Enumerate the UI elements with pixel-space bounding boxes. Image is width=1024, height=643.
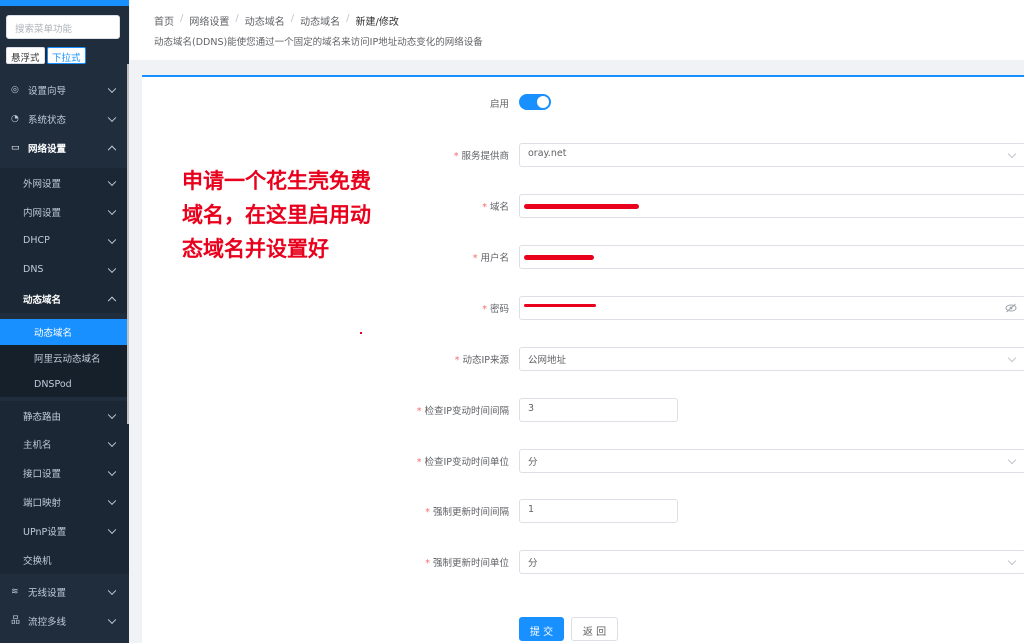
ip-source-row: * 动态IP来源 公网地址: [142, 347, 1024, 371]
red-annotation-text: 申请一个花生壳免费 域名，在这里启用动 态域名并设置好: [182, 169, 371, 261]
chevron-down-icon: [107, 615, 117, 624]
chevron-down-icon: [1007, 556, 1017, 566]
sidebar-item-dns[interactable]: DNS: [0, 255, 129, 284]
chevron-down-icon: [107, 177, 117, 186]
breadcrumb-ddns[interactable]: 动态域名: [300, 13, 340, 28]
sidebar-item-static-route[interactable]: 静态路由: [0, 401, 129, 430]
sidebar-item-wan[interactable]: 外网设置: [0, 168, 129, 197]
sidebar-item-interface[interactable]: 接口设置: [0, 458, 129, 487]
toggle-knob: [537, 96, 549, 108]
chevron-up-icon: [107, 296, 117, 305]
sidebar-item-lan[interactable]: 内网设置: [0, 197, 129, 226]
sidebar-item-setup-wizard[interactable]: ◎ 设置向导: [0, 75, 129, 104]
sidebar-item-flow-control[interactable]: 品 流控多线: [0, 606, 129, 635]
force-unit-row: * 强制更新时间单位 分: [142, 550, 1024, 574]
eye-off-icon[interactable]: [1005, 303, 1017, 313]
menu-search-input[interactable]: 搜索菜单功能: [6, 15, 120, 39]
sidebar-item-dnspod[interactable]: DNSPod: [0, 371, 129, 397]
breadcrumb: 首页 / 网络设置 / 动态域名 / 动态域名 / 新建/修改: [154, 13, 399, 28]
breadcrumb-home[interactable]: 首页: [154, 13, 174, 28]
form-card: 启用 * 服务提供商 oray.net * 域名 * 用户名 * 密码 * 动态IP来源 …: [142, 75, 1024, 643]
chevron-down-icon: [107, 264, 117, 273]
dashboard-icon: ◔: [11, 113, 19, 124]
chevron-down-icon: [107, 496, 117, 505]
redaction-mark: [524, 304, 596, 307]
force-interval-row: * 强制更新时间间隔 1: [142, 499, 1024, 523]
username-input[interactable]: [519, 245, 1024, 269]
sidebar-item-wireless[interactable]: ≋ 无线设置: [0, 577, 129, 606]
back-button[interactable]: 返 回: [571, 617, 618, 641]
enable-label: 启用: [489, 99, 509, 110]
provider-select[interactable]: oray.net: [519, 143, 1024, 167]
sidebar-item-ddns[interactable]: 动态域名: [0, 319, 129, 345]
sidebar-item-ddns-group[interactable]: 动态域名: [0, 284, 129, 313]
monitor-icon: ▭: [11, 142, 20, 153]
breadcrumb-current: 新建/修改: [355, 17, 399, 28]
sidebar-item-network-settings[interactable]: ▭ 网络设置: [0, 133, 129, 162]
sidebar-item-system-status[interactable]: ◔ 系统状态: [0, 104, 129, 133]
page-header: 首页 / 网络设置 / 动态域名 / 动态域名 / 新建/修改 动态域名(DDN…: [130, 0, 1024, 60]
wifi-icon: ≋: [11, 586, 19, 597]
check-interval-row: * 检查IP变动时间间隔 3: [142, 398, 1024, 422]
sidebar-item-upnp[interactable]: UPnP设置: [0, 516, 129, 545]
sidebar-item-switch[interactable]: 交换机: [0, 545, 129, 574]
mode-float-button[interactable]: 悬浮式: [6, 47, 45, 64]
chevron-down-icon: [107, 525, 117, 534]
enable-row: 启用: [142, 94, 1024, 118]
redaction-mark: [524, 204, 639, 209]
force-interval-input[interactable]: 1: [519, 499, 678, 523]
chevron-down-icon: [1007, 149, 1017, 159]
sidebar-scrollbar[interactable]: [127, 64, 129, 424]
sidebar-top-bar: [0, 0, 129, 6]
chevron-down-icon: [107, 586, 117, 595]
password-input[interactable]: [519, 296, 1024, 320]
redaction-mark: [524, 255, 594, 260]
check-unit-row: * 检查IP变动时间单位 分: [142, 449, 1024, 473]
chevron-down-icon: [107, 438, 117, 447]
chevron-down-icon: [1007, 455, 1017, 465]
breadcrumb-ddns-group[interactable]: 动态域名: [245, 13, 285, 28]
network-icon: 品: [11, 615, 21, 626]
chevron-down-icon: [107, 206, 117, 215]
chevron-down-icon: [1007, 353, 1017, 363]
chevron-down-icon: [107, 467, 117, 476]
check-unit-select[interactable]: 分: [519, 449, 1024, 473]
page-description: 动态域名(DDNS)能使您通过一个固定的域名来访问IP地址动态变化的网络设备: [154, 37, 483, 48]
force-unit-select[interactable]: 分: [519, 550, 1024, 574]
enable-toggle[interactable]: [519, 94, 551, 110]
sidebar-item-aliyun-ddns[interactable]: 阿里云动态域名: [0, 345, 129, 371]
chevron-down-icon: [107, 113, 117, 122]
sidebar-item-dhcp[interactable]: DHCP: [0, 226, 129, 255]
ip-source-select[interactable]: 公网地址: [519, 347, 1024, 371]
sidebar-item-hostname[interactable]: 主机名: [0, 429, 129, 458]
chevron-down-icon: [107, 410, 117, 419]
breadcrumb-network[interactable]: 网络设置: [189, 13, 229, 28]
main-content: 首页 / 网络设置 / 动态域名 / 动态域名 / 新建/修改 动态域名(DDN…: [130, 0, 1024, 643]
sidebar: 搜索菜单功能 悬浮式 下拉式 ◎ 设置向导 ◔ 系统状态 ▭ 网络设置 外网设置…: [0, 0, 129, 643]
chevron-down-icon: [107, 235, 117, 244]
check-interval-input[interactable]: 3: [519, 398, 678, 422]
chevron-up-icon: [107, 145, 117, 154]
chevron-down-icon: [107, 84, 117, 93]
password-row: * 密码: [142, 296, 1024, 320]
sidebar-item-port-mapping[interactable]: 端口映射: [0, 487, 129, 516]
submit-button[interactable]: 提 交: [519, 617, 564, 641]
domain-input[interactable]: [519, 194, 1024, 218]
mode-dropdown-button[interactable]: 下拉式: [47, 47, 86, 64]
annotation-dot: [360, 332, 362, 334]
compass-icon: ◎: [11, 84, 19, 95]
